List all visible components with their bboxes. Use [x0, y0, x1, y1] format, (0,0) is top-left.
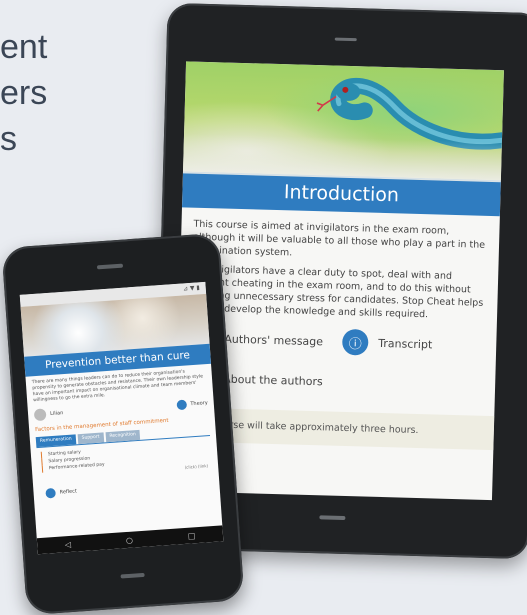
- persona-lilian[interactable]: Lilian: [33, 407, 64, 422]
- tablet-home-indicator: [319, 515, 346, 521]
- back-icon[interactable]: ◁: [64, 539, 71, 548]
- phone-device: ⊿ ▼ ▮ Prevention better than cure There …: [1, 232, 245, 615]
- reflect-icon: [45, 487, 56, 499]
- tablet-speaker: [334, 37, 357, 42]
- recents-icon[interactable]: □: [188, 531, 196, 541]
- reflect-label: Reflect: [59, 488, 78, 496]
- phone-screen: ⊿ ▼ ▮ Prevention better than cure There …: [19, 281, 224, 555]
- phone-content: There are many things leaders can do to …: [25, 364, 219, 504]
- theory-icon: [176, 399, 187, 411]
- tab-support[interactable]: Support: [77, 432, 104, 445]
- background-text-line-2: ers: [0, 74, 48, 112]
- avatar: [33, 408, 47, 422]
- authors-message-label: Authors' message: [224, 332, 324, 348]
- intro-text: This course is aimed at invigilators in …: [179, 207, 500, 323]
- transcript-label: Transcript: [378, 336, 433, 351]
- persona-theory[interactable]: Theory: [176, 398, 208, 411]
- transcript-link[interactable]: ⓘ Transcript: [341, 328, 433, 358]
- snake-hero-image: [182, 61, 504, 183]
- intro-paragraph-2: All invigilators have a clear duty to sp…: [191, 263, 484, 321]
- persona-theory-label: Theory: [190, 400, 208, 408]
- background-text-line-1: ent: [0, 28, 48, 66]
- persona-lilian-label: Lilian: [49, 410, 64, 418]
- background-text: ent ers s: [0, 24, 47, 162]
- home-icon[interactable]: ○: [126, 535, 134, 544]
- reflect-link[interactable]: Reflect: [39, 477, 213, 499]
- about-authors-label: About the authors: [223, 372, 323, 388]
- info-icon: ⓘ: [341, 328, 369, 356]
- intro-paragraph-1: This course is aimed at invigilators in …: [192, 218, 486, 259]
- background-text-line-3: s: [0, 120, 17, 158]
